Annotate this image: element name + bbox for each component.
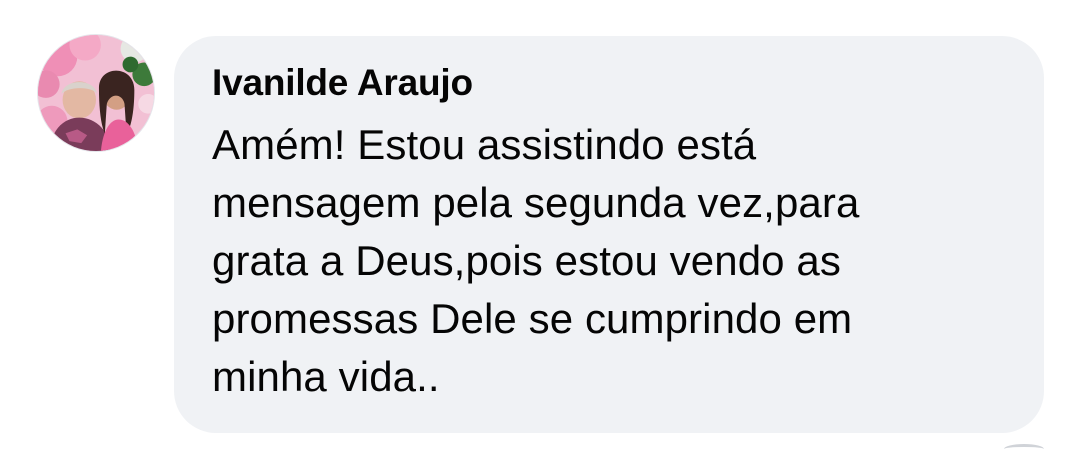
comment-author[interactable]: Ivanilde Araujo [212, 60, 1008, 106]
comment-message-line: grata a Deus,pois estou vendo as [212, 237, 841, 284]
avatar[interactable] [37, 34, 155, 152]
comment-message-line: Amém! Estou assistindo está [212, 121, 757, 168]
comment-bubble: Ivanilde Araujo Amém! Estou assistindo e… [174, 36, 1044, 433]
comment-message-line: minha vida.. [212, 353, 440, 400]
reaction-edge [1004, 444, 1044, 454]
comment-message-line: promessas Dele se cumprindo em [212, 295, 853, 342]
comment-message: Amém! Estou assistindo está mensagem pel… [212, 116, 1008, 406]
comment: Ivanilde Araujo Amém! Estou assistindo e… [0, 0, 1080, 451]
profile-photo-icon [38, 35, 154, 151]
comment-message-line: mensagem pela segunda vez,para [212, 179, 860, 226]
